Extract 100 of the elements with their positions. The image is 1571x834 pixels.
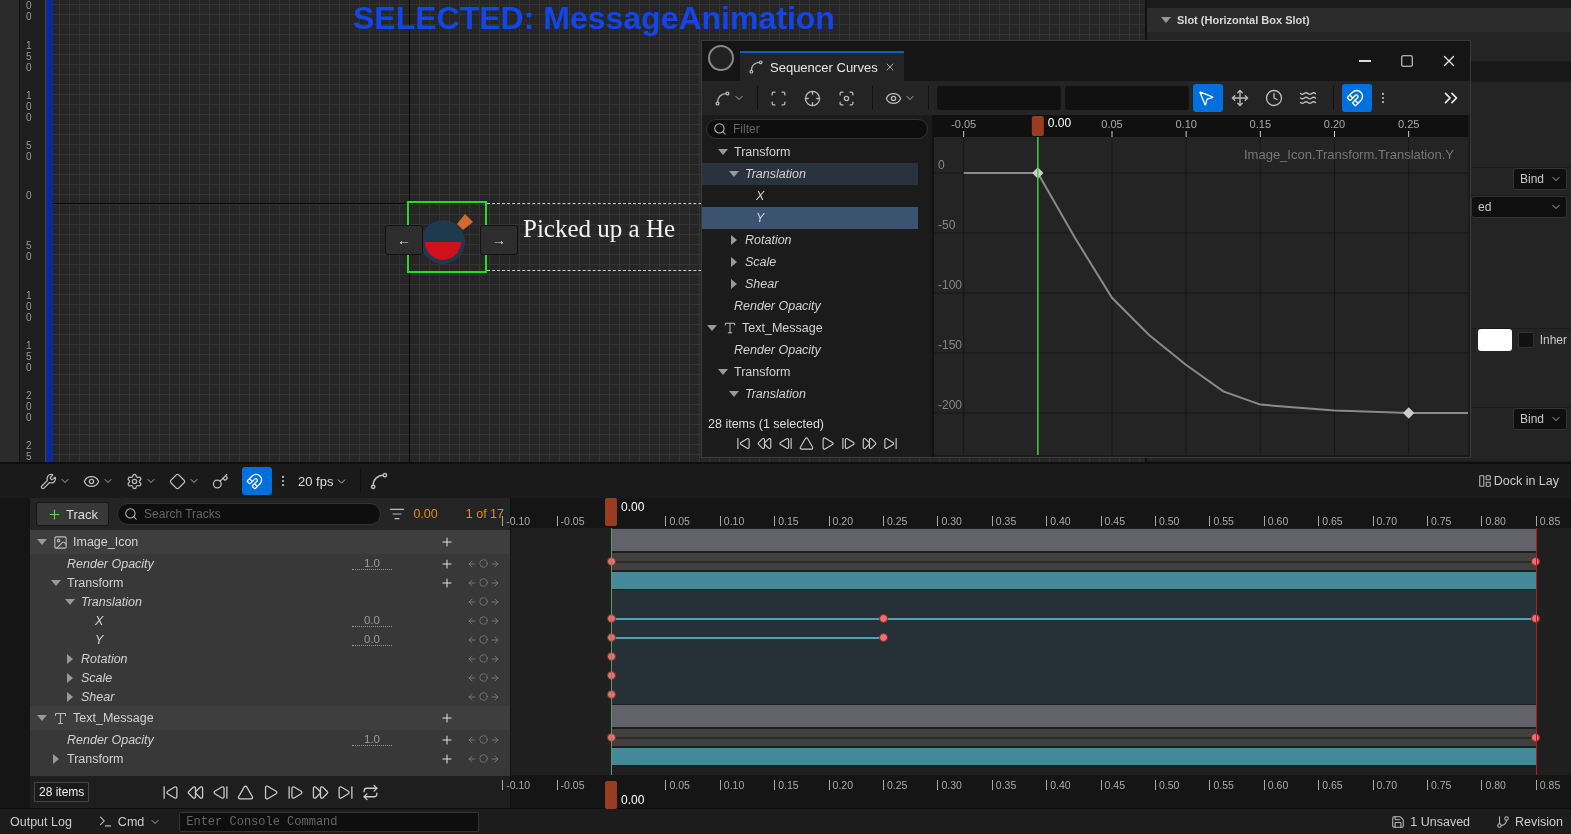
plus-icon[interactable]	[440, 556, 454, 571]
fps-dropdown[interactable]: 20 fps	[294, 467, 353, 495]
expand-arrow[interactable]	[37, 539, 47, 545]
time-tick-label: 0.55	[1209, 780, 1234, 790]
console-input[interactable]: Enter Console Command	[179, 811, 480, 832]
expand-arrow[interactable]	[65, 598, 75, 605]
filter-field[interactable]: Filter	[706, 119, 928, 139]
add-track-button[interactable]: Track	[36, 502, 110, 526]
reverse-play-icon[interactable]	[236, 783, 254, 801]
combo-dropdown[interactable]: ed	[1471, 196, 1567, 218]
expand-arrow[interactable]	[731, 235, 737, 245]
cmd-dropdown[interactable]: Cmd	[89, 809, 170, 834]
curve-tree-row[interactable]: Y	[702, 207, 918, 229]
nudge-button[interactable]: →	[480, 225, 518, 255]
playhead[interactable]: 0.00	[1031, 116, 1072, 455]
plus-icon[interactable]	[440, 575, 454, 590]
crosshair-icon	[804, 89, 821, 107]
curve-tree-row[interactable]: Translation	[702, 163, 918, 185]
expand-arrow[interactable]	[53, 753, 59, 764]
curve-tree-row[interactable]: Scale	[702, 251, 918, 273]
track-row[interactable]: Image_Icon	[30, 530, 510, 554]
step-forward-icon[interactable]	[841, 436, 856, 451]
play-icon[interactable]	[820, 436, 835, 451]
fast-forward-icon[interactable]	[862, 436, 877, 451]
canvas-title: SELECTED: MessageAnimation	[353, 0, 835, 37]
track-value[interactable]: 0.0	[352, 614, 392, 627]
step-forward-icon[interactable]	[286, 783, 304, 801]
step-back-icon[interactable]	[211, 783, 229, 801]
time-tick-label: 0.80	[1481, 516, 1506, 526]
curve-tree-row[interactable]: Text_Message	[702, 317, 918, 339]
rewind-icon[interactable]	[757, 436, 772, 451]
output-log-tab[interactable]: Output Log	[2, 809, 80, 834]
curve-tree-row[interactable]: Rotation	[702, 229, 918, 251]
nudge-button[interactable]: ←	[385, 225, 423, 255]
color-swatch[interactable]	[1477, 329, 1512, 351]
time-tick-label: 0.30	[937, 780, 962, 790]
track-value[interactable]: 1.0	[352, 733, 392, 746]
curve-tree-row[interactable]: Transform	[702, 141, 918, 163]
expand-arrow[interactable]	[731, 257, 737, 267]
time-tick-label: 0.25	[883, 780, 908, 790]
expand-arrow[interactable]	[37, 715, 47, 721]
expand-arrow[interactable]	[731, 279, 737, 289]
ruler-label: 00	[26, 0, 32, 22]
curve-tree-row[interactable]: Transform	[702, 361, 918, 383]
filter-icon[interactable]	[389, 506, 406, 522]
curve-tree-row[interactable]: X	[702, 185, 918, 207]
skip-forward-icon[interactable]	[336, 783, 354, 801]
track-name: Transform	[67, 751, 125, 766]
fast-forward-icon[interactable]	[311, 783, 329, 801]
time-tick-label: 0.60	[1263, 516, 1289, 526]
rewind-icon[interactable]	[186, 783, 204, 801]
plus-icon[interactable]	[440, 711, 454, 725]
keyframe[interactable]	[1032, 167, 1044, 179]
plus-icon[interactable]	[440, 751, 454, 766]
expand-arrow[interactable]	[718, 149, 728, 155]
skip-back-icon[interactable]	[161, 783, 179, 801]
text-icon	[723, 321, 737, 335]
window-tab[interactable]: Sequencer Curves	[740, 51, 904, 81]
expand-arrow[interactable]	[51, 579, 61, 586]
skip-back-icon[interactable]	[736, 436, 751, 451]
track-value[interactable]: 0.0	[352, 633, 392, 646]
time-tick-label: 0.65	[1318, 516, 1343, 526]
bind-dropdown[interactable]: Bind	[1513, 408, 1567, 430]
reverse-play-icon[interactable]	[799, 436, 814, 451]
ref-line-label: 0.00	[1047, 116, 1072, 130]
expand-arrow[interactable]	[729, 171, 739, 177]
checkbox[interactable]	[1517, 332, 1534, 348]
time-tick-label: 0.15	[774, 780, 799, 790]
curve-tree-row[interactable]: Render Opacity	[702, 339, 918, 361]
curve-tree-row[interactable]: Shear	[702, 273, 918, 295]
curve-editor-icon[interactable]	[369, 471, 390, 491]
engine-logo	[708, 45, 734, 71]
value-tick-label: 0	[938, 158, 945, 172]
track-value[interactable]: 1.0	[352, 557, 392, 570]
plus-icon[interactable]	[440, 732, 454, 747]
section-header[interactable]: Slot (Horizontal Box Slot)	[1147, 8, 1571, 32]
search-field[interactable]: Search Tracks	[117, 503, 382, 525]
skip-forward-icon[interactable]	[883, 436, 898, 451]
revision-button[interactable]: Revision	[1488, 809, 1571, 834]
playhead-handle[interactable]	[605, 781, 617, 809]
branch-icon	[1496, 814, 1511, 829]
pointer-tool[interactable]	[1193, 84, 1223, 112]
expand-arrow[interactable]	[718, 369, 728, 375]
magnet-tool[interactable]	[242, 467, 272, 495]
plus-icon[interactable]	[440, 535, 454, 549]
curve-tree-row[interactable]: Translation	[702, 383, 918, 405]
ruler-label: 150	[26, 340, 32, 373]
time-tick-label: 0.20	[828, 516, 854, 526]
track-row[interactable]: Text_Message	[30, 706, 510, 730]
curve-tree-row[interactable]: Render Opacity	[702, 295, 918, 317]
expand-arrow[interactable]	[729, 391, 739, 397]
magnet-tool[interactable]	[1342, 84, 1372, 112]
dock-button[interactable]: Dock in Lay	[1473, 467, 1563, 495]
playhead-handle[interactable]	[605, 498, 617, 526]
time-tick-label: 0.70	[1372, 780, 1398, 790]
step-back-icon[interactable]	[778, 436, 793, 451]
loop-icon[interactable]	[361, 783, 379, 801]
unsaved-button[interactable]: 1 Unsaved	[1383, 809, 1479, 834]
bind-dropdown[interactable]: Bind	[1513, 168, 1567, 190]
expand-arrow[interactable]	[707, 325, 717, 331]
